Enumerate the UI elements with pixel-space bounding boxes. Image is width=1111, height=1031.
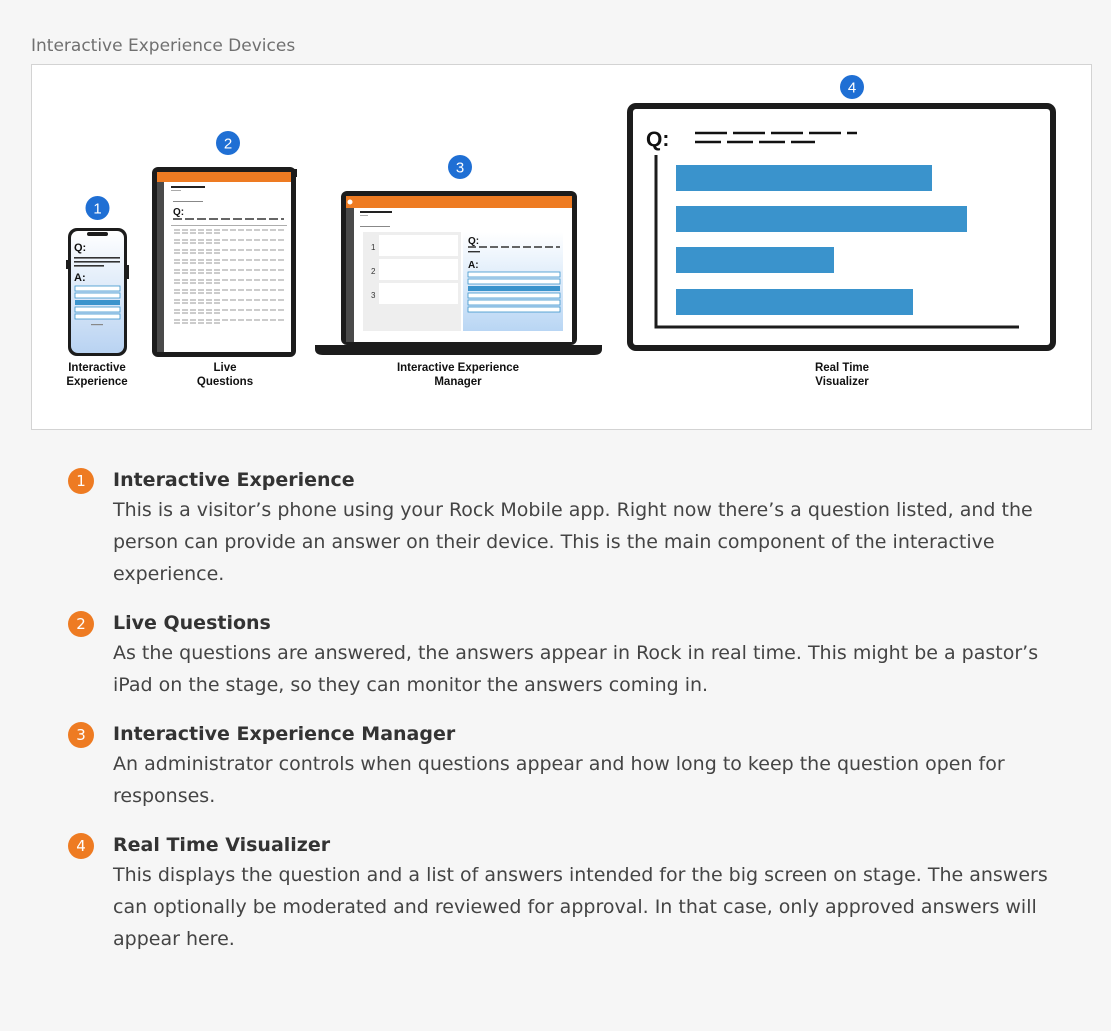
visualizer-bar-3 <box>676 247 834 273</box>
device-label-1b: Experience <box>66 376 127 388</box>
marker-2: 2 <box>224 136 232 153</box>
item-title: Interactive Experience <box>113 469 355 491</box>
visualizer-bar-2 <box>676 206 967 232</box>
device-label-3b: Manager <box>434 376 482 388</box>
item-text: As the questions are answered, the answe… <box>113 642 1039 696</box>
description-item-4: 4 Real Time Visualizer This displays the… <box>68 832 1078 955</box>
visualizer-bar-4 <box>676 289 913 315</box>
tablet-q-label: Q: <box>173 207 184 218</box>
device-label-4b: Visualizer <box>815 376 869 388</box>
number-badge: 1 <box>68 468 94 494</box>
item-text: This is a visitor’s phone using your Roc… <box>113 499 1033 585</box>
visualizer-q-label: Q: <box>646 128 669 151</box>
device-descriptions: 1 Interactive Experience This is a visit… <box>68 467 1078 975</box>
device-label-4a: Real Time <box>815 362 869 374</box>
item-text: An administrator controls when questions… <box>113 753 1005 807</box>
item-title: Real Time Visualizer <box>113 834 331 856</box>
manager-row-2: 2 <box>371 267 376 276</box>
laptop-q-label: Q: <box>468 236 479 247</box>
description-item-2: 2 Live Questions As the questions are an… <box>68 610 1078 701</box>
number-badge: 4 <box>68 833 94 859</box>
manager-row-3: 3 <box>371 291 376 300</box>
manager-row-1: 1 <box>371 243 376 252</box>
number-badge: 2 <box>68 611 94 637</box>
item-text: This displays the question and a list of… <box>113 864 1048 950</box>
marker-3: 3 <box>456 160 464 177</box>
devices-illustration: Q: A: 1 Interactive Experience Q: 2 Live… <box>66 75 1056 388</box>
marker-4: 4 <box>848 80 856 97</box>
device-label-1a: Interactive <box>68 362 126 374</box>
visualizer-bar-1 <box>676 165 932 191</box>
phone-q-label: Q: <box>74 242 86 254</box>
phone-a-label: A: <box>74 272 86 284</box>
tablet-device: Q: 2 Live Questions <box>152 131 297 388</box>
description-item-3: 3 Interactive Experience Manager An admi… <box>68 721 1078 812</box>
description-item-1: 1 Interactive Experience This is a visit… <box>68 467 1078 590</box>
item-title: Live Questions <box>113 612 271 634</box>
devices-figure: Q: A: 1 Interactive Experience Q: 2 Live… <box>31 64 1092 430</box>
figure-caption: Interactive Experience Devices <box>31 36 296 56</box>
device-label-3a: Interactive Experience <box>397 362 519 374</box>
device-label-2b: Questions <box>197 376 253 388</box>
number-badge: 3 <box>68 722 94 748</box>
device-label-2a: Live <box>213 362 236 374</box>
visualizer-screen: Q: 4 Real Time Visualizer <box>627 75 1056 388</box>
item-title: Interactive Experience Manager <box>113 723 456 745</box>
marker-1: 1 <box>93 201 101 218</box>
phone-device: Q: A: 1 Interactive Experience <box>66 196 129 388</box>
laptop-a-label: A: <box>468 260 479 271</box>
laptop-device: 1 2 3 Q: A: 3 Interactive Experience Man… <box>315 155 602 388</box>
